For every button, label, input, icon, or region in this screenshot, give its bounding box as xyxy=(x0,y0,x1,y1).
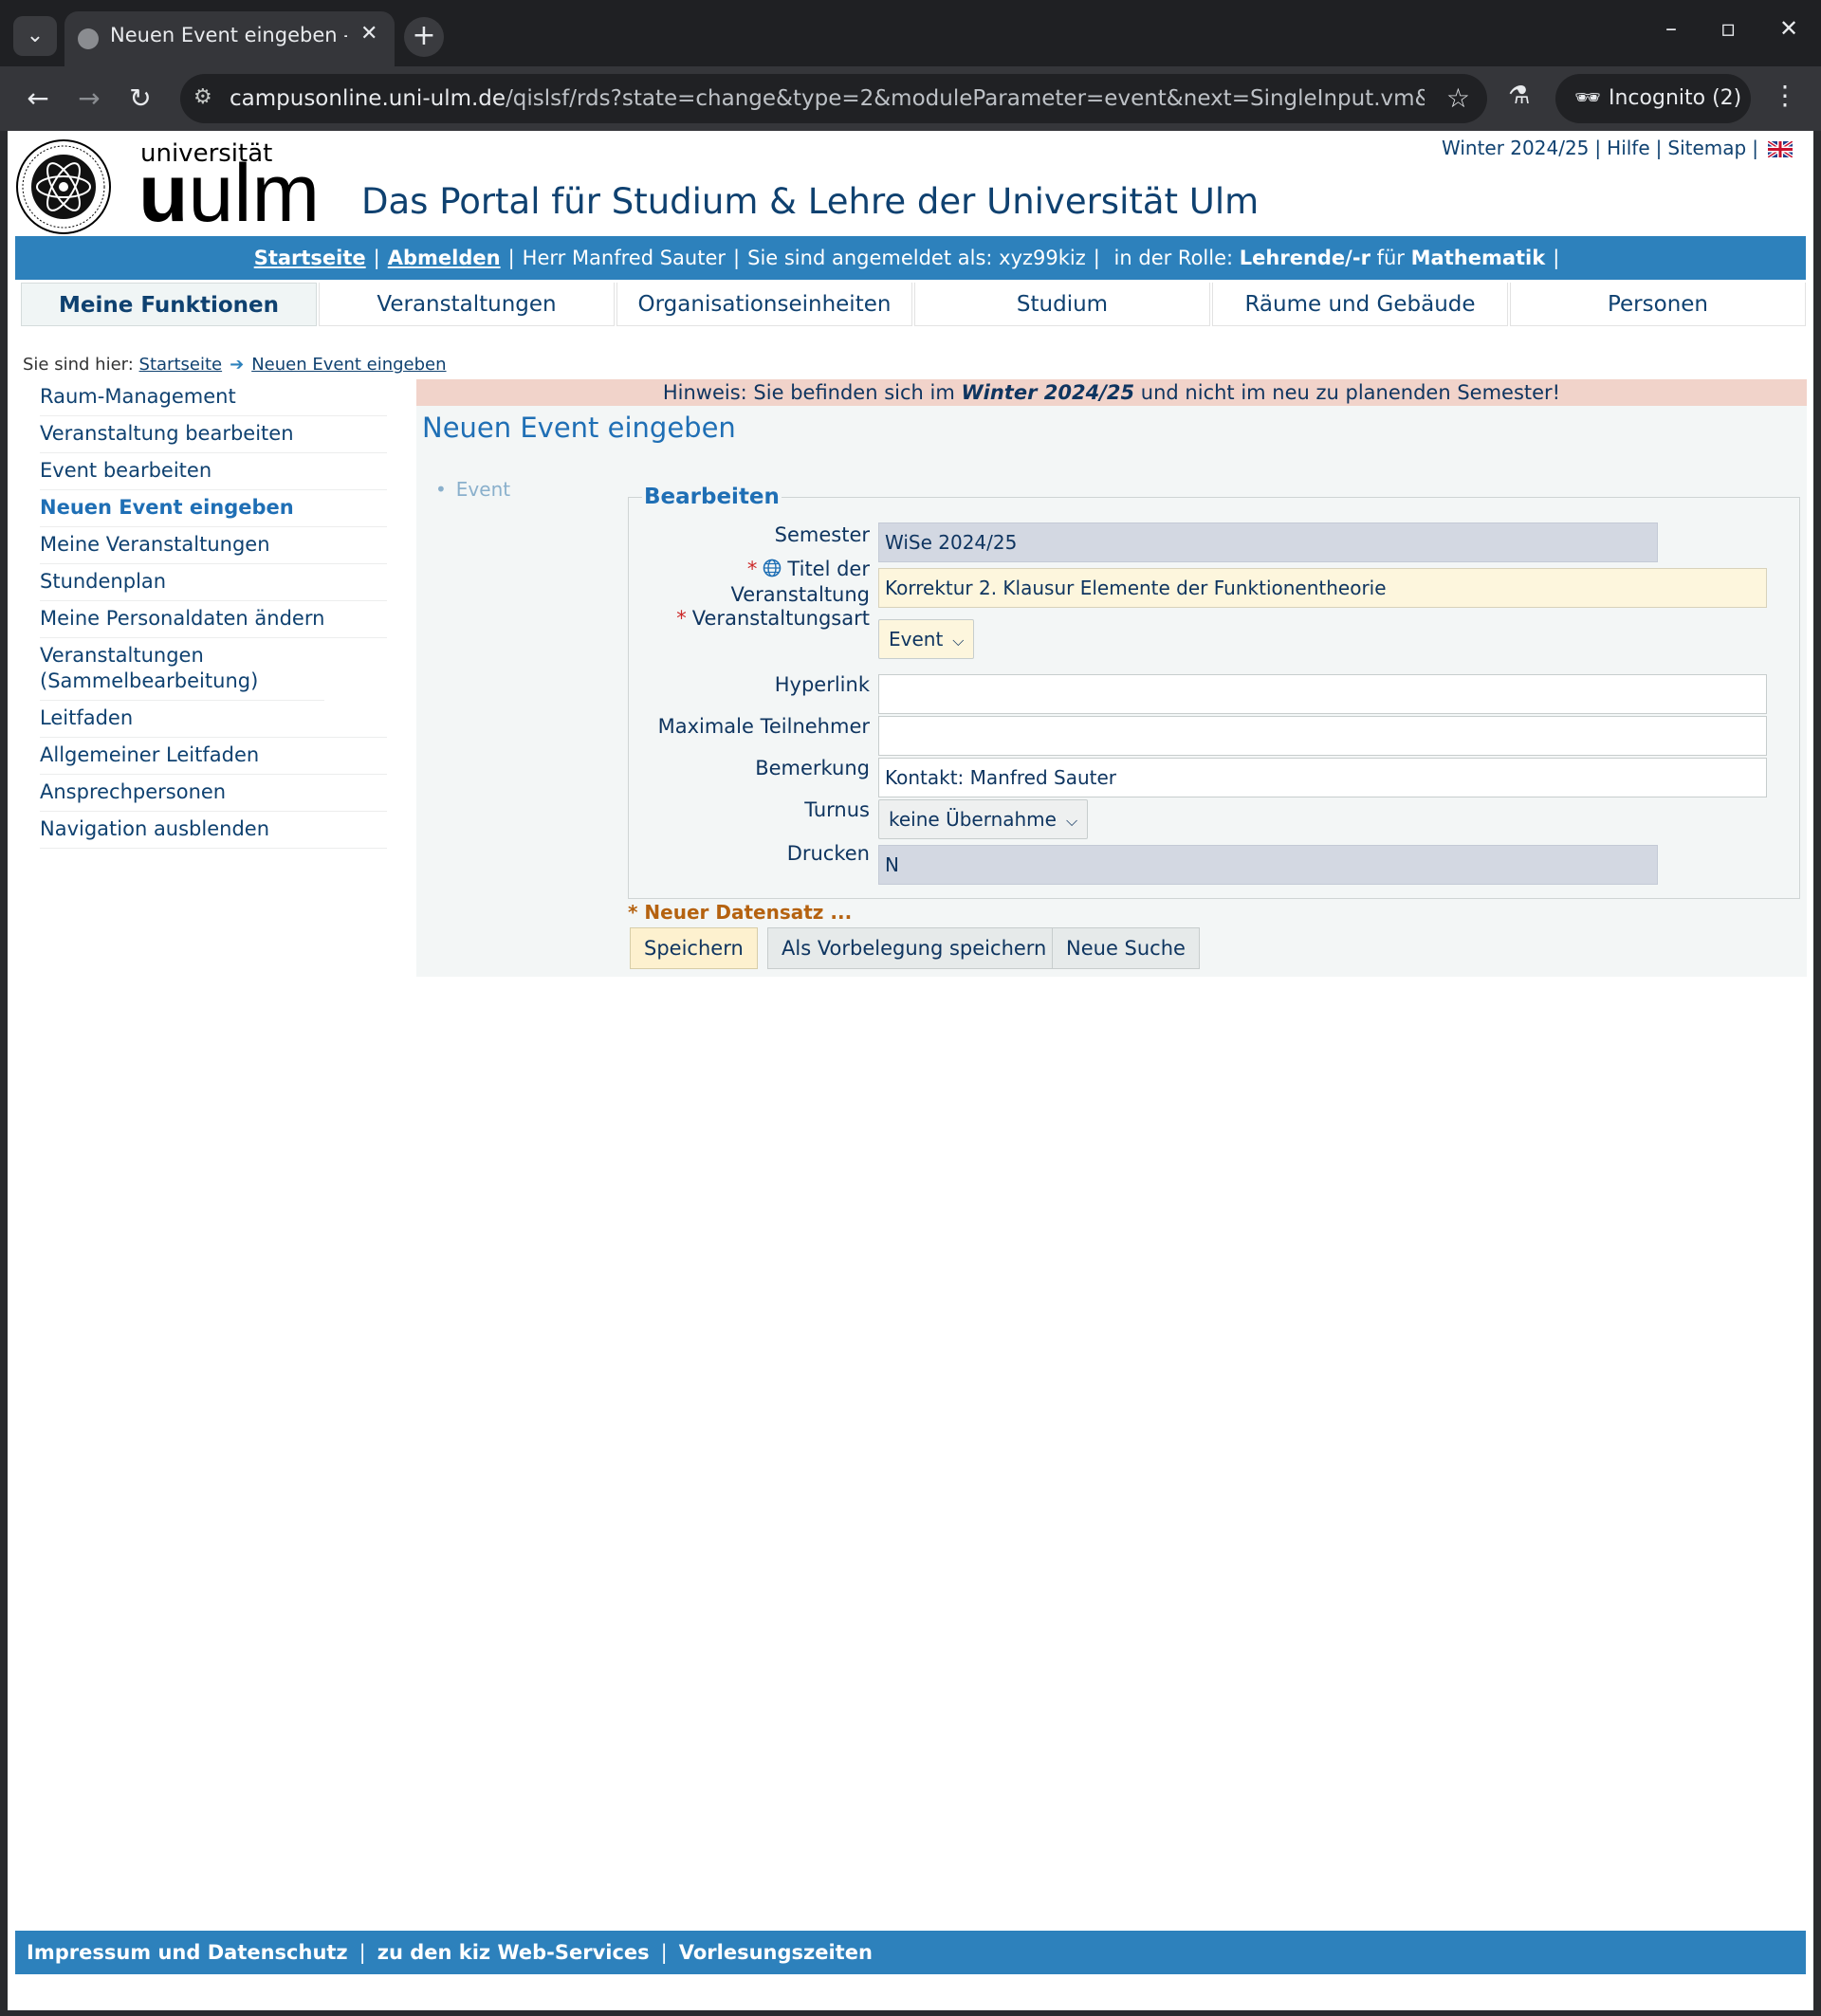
sitemap-link[interactable]: Sitemap xyxy=(1667,137,1746,159)
sidebar-item-stundenplan[interactable]: Stundenplan xyxy=(40,564,387,601)
window-close-icon[interactable]: ✕ xyxy=(1779,15,1798,42)
address-bar[interactable]: ⚙ campusonline.uni-ulm.de/qislsf/rds?sta… xyxy=(180,74,1487,123)
semester-link[interactable]: Winter 2024/25 xyxy=(1442,137,1589,159)
subnav-event[interactable]: • Event xyxy=(435,478,510,501)
labs-flask-icon[interactable]: ⚗ xyxy=(1508,82,1530,110)
new-search-button[interactable]: Neue Suche xyxy=(1052,927,1200,969)
veranstaltungsart-label: * Veranstaltungsart xyxy=(676,607,870,630)
sidebar-item-allgemeiner-leitfaden[interactable]: Allgemeiner Leitfaden xyxy=(40,738,387,775)
footer-kiz-link[interactable]: zu den kiz Web-Services xyxy=(377,1941,650,1964)
brand-ulm-logotype: uulm xyxy=(138,148,321,239)
hyperlink-input[interactable] xyxy=(878,674,1767,714)
drucken-field: N xyxy=(878,845,1658,885)
faculty: Mathematik xyxy=(1410,247,1546,269)
forward-icon[interactable]: → xyxy=(70,80,108,118)
sidebar-item-neuen-event-eingeben[interactable]: Neuen Event eingeben xyxy=(40,490,387,527)
new-tab-button[interactable]: + xyxy=(404,17,444,57)
sidebar-item-sammelbearbeitung[interactable]: Veranstaltungen (Sammelbearbeitung) xyxy=(40,638,324,701)
breadcrumb-startseite[interactable]: Startseite xyxy=(139,355,223,375)
turnus-label: Turnus xyxy=(804,798,870,821)
portal-title: Das Portal für Studium & Lehre der Unive… xyxy=(361,181,1260,222)
tab-personen[interactable]: Personen xyxy=(1510,283,1806,326)
tab-organisationseinheiten[interactable]: Organisationseinheiten xyxy=(616,283,912,326)
main-navigation: Meine Funktionen Veranstaltungen Organis… xyxy=(21,283,1808,326)
titel-label: * Titel der Veranstaltung xyxy=(730,558,870,606)
startseite-link[interactable]: Startseite xyxy=(254,247,366,269)
sidebar: Raum-Management Veranstaltung bearbeiten… xyxy=(40,379,387,849)
role: Lehrende/-r xyxy=(1239,247,1370,269)
tab-meine-funktionen[interactable]: Meine Funktionen xyxy=(21,283,317,326)
sidebar-item-veranstaltung-bearbeiten[interactable]: Veranstaltung bearbeiten xyxy=(40,416,387,453)
tab-raeume-und-gebaeude[interactable]: Räume und Gebäude xyxy=(1212,283,1508,326)
top-links: Winter 2024/25 | Hilfe | Sitemap | xyxy=(1442,137,1793,159)
footer-bar: Impressum und Datenschutz | zu den kiz Web… xyxy=(15,1931,1806,1974)
chevron-down-icon: ⌵ xyxy=(952,632,965,650)
user-name: Herr Manfred Sauter xyxy=(522,247,727,269)
bookmark-star-icon[interactable]: ☆ xyxy=(1446,82,1470,114)
footer-impressum-link[interactable]: Impressum und Datenschutz xyxy=(27,1941,348,1964)
incognito-icon: 🕶 xyxy=(1574,86,1601,110)
abmelden-link[interactable]: Abmelden xyxy=(388,247,501,269)
chevron-down-icon: ⌵ xyxy=(1065,812,1078,830)
content-area: Hinweis: Sie befinden sich im Winter 202… xyxy=(416,379,1807,977)
tab-veranstaltungen[interactable]: Veranstaltungen xyxy=(319,283,615,326)
bullet-icon: • xyxy=(435,478,447,501)
save-as-default-button[interactable]: Als Vorbelegung speichern xyxy=(767,927,1061,969)
bemerkung-label: Bemerkung xyxy=(755,757,870,779)
edit-fieldset: Bearbeiten Semester WiSe 2024/25 * Titel … xyxy=(628,485,1800,899)
site-info-icon[interactable]: ⚙ xyxy=(193,85,212,109)
sidebar-item-meine-veranstaltungen[interactable]: Meine Veranstaltungen xyxy=(40,527,387,564)
browser-toolbar: ← → ↻ ⚙ campusonline.uni-ulm.de/qislsf/r… xyxy=(0,66,1821,131)
page: universität uulm Das Portal für Studium … xyxy=(8,131,1813,2010)
sidebar-item-leitfaden[interactable]: Leitfaden xyxy=(40,701,387,738)
fieldset-legend: Bearbeiten xyxy=(642,485,782,509)
breadcrumb-current[interactable]: Neuen Event eingeben xyxy=(251,355,446,375)
globe-icon[interactable] xyxy=(763,559,782,577)
tab-studium[interactable]: Studium xyxy=(914,283,1210,326)
veranstaltungsart-select[interactable]: Event ⌵ xyxy=(878,619,975,659)
tab-title: Neuen Event eingeben - Universität Ulm xyxy=(110,24,347,46)
sidebar-item-navigation-ausblenden[interactable]: Navigation ausblenden xyxy=(40,812,387,849)
save-button[interactable]: Speichern xyxy=(630,927,758,969)
titel-input[interactable]: Korrektur 2. Klausur Elemente der Funkti… xyxy=(878,568,1767,608)
breadcrumb: Sie sind hier: Startseite ➔ Neuen Event ei… xyxy=(23,355,447,375)
help-link[interactable]: Hilfe xyxy=(1607,137,1650,159)
university-seal-logo xyxy=(16,139,111,234)
footer-vorlesungszeiten-link[interactable]: Vorlesungszeiten xyxy=(679,1941,873,1964)
semester-field: WiSe 2024/25 xyxy=(878,522,1658,562)
sidebar-item-raum-management[interactable]: Raum-Management xyxy=(40,379,387,416)
sidebar-item-personaldaten[interactable]: Meine Personaldaten ändern xyxy=(40,601,387,638)
semester-label: Semester xyxy=(774,523,870,546)
minimize-icon[interactable]: – xyxy=(1665,15,1677,42)
hyperlink-label: Hyperlink xyxy=(774,673,870,696)
back-icon[interactable]: ← xyxy=(19,80,57,118)
semester-hint-banner: Hinweis: Sie befinden sich im Winter 202… xyxy=(416,379,1807,406)
incognito-indicator[interactable]: 🕶 Incognito (2) xyxy=(1555,74,1751,123)
sidebar-item-ansprechpersonen[interactable]: Ansprechpersonen xyxy=(40,775,387,812)
page-title: Neuen Event eingeben xyxy=(422,412,736,444)
url-text: campusonline.uni-ulm.de/qislsf/rds?state… xyxy=(230,86,1425,111)
favicon-icon xyxy=(78,28,99,49)
sidebar-item-event-bearbeiten[interactable]: Event bearbeiten xyxy=(40,453,387,490)
turnus-select[interactable]: keine Übernahme ⌵ xyxy=(878,799,1089,839)
bemerkung-input[interactable]: Kontakt: Manfred Sauter xyxy=(878,758,1767,797)
drucken-label: Drucken xyxy=(786,842,870,865)
reload-icon[interactable]: ↻ xyxy=(121,80,159,118)
menu-kebab-icon[interactable]: ⋮ xyxy=(1772,80,1798,111)
english-flag-icon[interactable] xyxy=(1768,141,1793,157)
max-teilnehmer-label: Maximale Teilnehmer xyxy=(657,715,870,738)
new-record-indicator: * Neuer Datensatz ... xyxy=(628,901,853,924)
max-teilnehmer-input[interactable] xyxy=(878,716,1767,756)
close-icon[interactable]: ✕ xyxy=(360,22,377,46)
user-bar: Startseite | Abmelden | Herr Manfred Sauter |… xyxy=(15,236,1806,280)
browser-tab[interactable]: Neuen Event eingeben - Universität Ulm ✕ xyxy=(64,11,395,66)
browser-tabstrip: ⌄ Neuen Event eingeben - Universität Ulm… xyxy=(0,0,1821,66)
arrow-right-icon: ➔ xyxy=(230,355,245,375)
logged-in-as: Sie sind angemeldet als: xyz99kiz xyxy=(747,247,1086,269)
tab-search-button[interactable]: ⌄ xyxy=(13,16,57,56)
maximize-icon[interactable]: ▫ xyxy=(1720,15,1736,42)
